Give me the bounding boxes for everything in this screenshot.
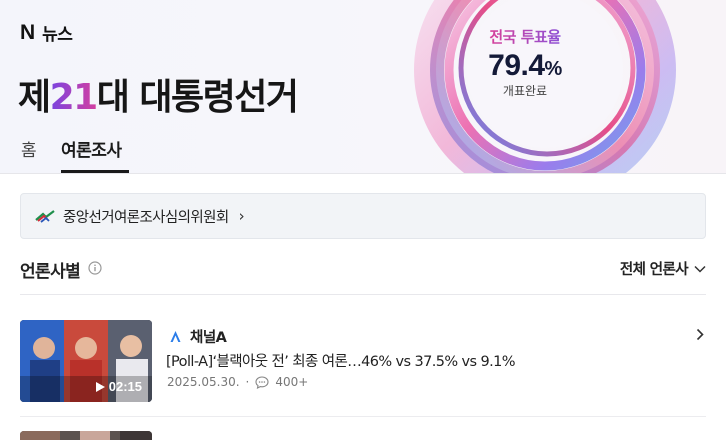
commission-logo-icon [35, 210, 55, 223]
tab-home[interactable]: 홈 [21, 136, 37, 161]
brand[interactable]: N 뉴스 [20, 20, 73, 45]
duration-text: 02:15 [108, 379, 142, 394]
commission-label: 중앙선거여론조사심의위원회 [63, 209, 229, 226]
tab-polls[interactable]: 여론조사 [61, 136, 122, 161]
title-suffix: 대 대통령선거 [96, 77, 299, 118]
play-icon [95, 381, 105, 392]
item-divider [20, 416, 706, 417]
press-section-header: 언론사별 전체 언론사 [20, 256, 706, 284]
hero-divider [0, 173, 726, 174]
info-icon[interactable] [88, 261, 102, 275]
press-filter-label: 전체 언론사 [619, 262, 689, 278]
chevron-right-icon: › [238, 207, 245, 225]
page-title: 제21대 대통령선거 [18, 68, 299, 120]
title-prefix: 제 [18, 77, 51, 118]
chevron-down-icon [694, 265, 706, 273]
naver-logo: N [20, 20, 36, 44]
turnout-value: 79.4% [470, 49, 580, 83]
next-thumbnail-image [20, 431, 152, 440]
title-number: 21 [49, 77, 99, 118]
commission-link[interactable]: 중앙선거여론조사심의위원회 › [20, 193, 706, 239]
turnout-number: 79.4 [488, 49, 545, 82]
video-duration: 02:15 [95, 379, 142, 394]
article-headline[interactable]: [Poll-A]‘블랙아웃 전’ 최종 여론…46% vs 37.5% vs 9… [166, 350, 516, 371]
chevron-right-icon[interactable] [696, 328, 704, 341]
turnout-unit: % [544, 58, 563, 80]
press-filter-dropdown[interactable]: 전체 언론사 [620, 258, 706, 279]
article-date: 2025.05.30. [167, 375, 240, 389]
meta-separator: · [245, 375, 250, 389]
election-hero-banner: N 뉴스 제21대 대통령선거 전국 투표율 79.4% 개표완료 홈 여론조사 [0, 0, 726, 174]
turnout-label: 전국 투표율 [470, 26, 580, 47]
brand-section-label: 뉴스 [42, 25, 73, 45]
comment-count: 400+ [275, 375, 309, 389]
article-meta: 2025.05.30. · 400+ [167, 375, 308, 389]
turnout-status: 개표완료 [502, 84, 548, 98]
video-thumbnail[interactable]: 02:15 [20, 320, 152, 402]
turnout-widget[interactable]: 전국 투표율 79.4% 개표완료 [470, 26, 580, 99]
press-name: 채널A [190, 330, 227, 346]
next-article-thumbnail[interactable] [20, 431, 152, 440]
channel-a-logo-icon [170, 331, 181, 342]
comment-icon [255, 375, 269, 389]
section-title: 언론사별 [20, 262, 81, 282]
section-divider [20, 294, 706, 295]
press-info[interactable]: 채널A [168, 326, 227, 347]
article-item[interactable]: 02:15 채널A [Poll-A]‘블랙아웃 전’ 최종 여론…46% vs … [20, 320, 706, 404]
